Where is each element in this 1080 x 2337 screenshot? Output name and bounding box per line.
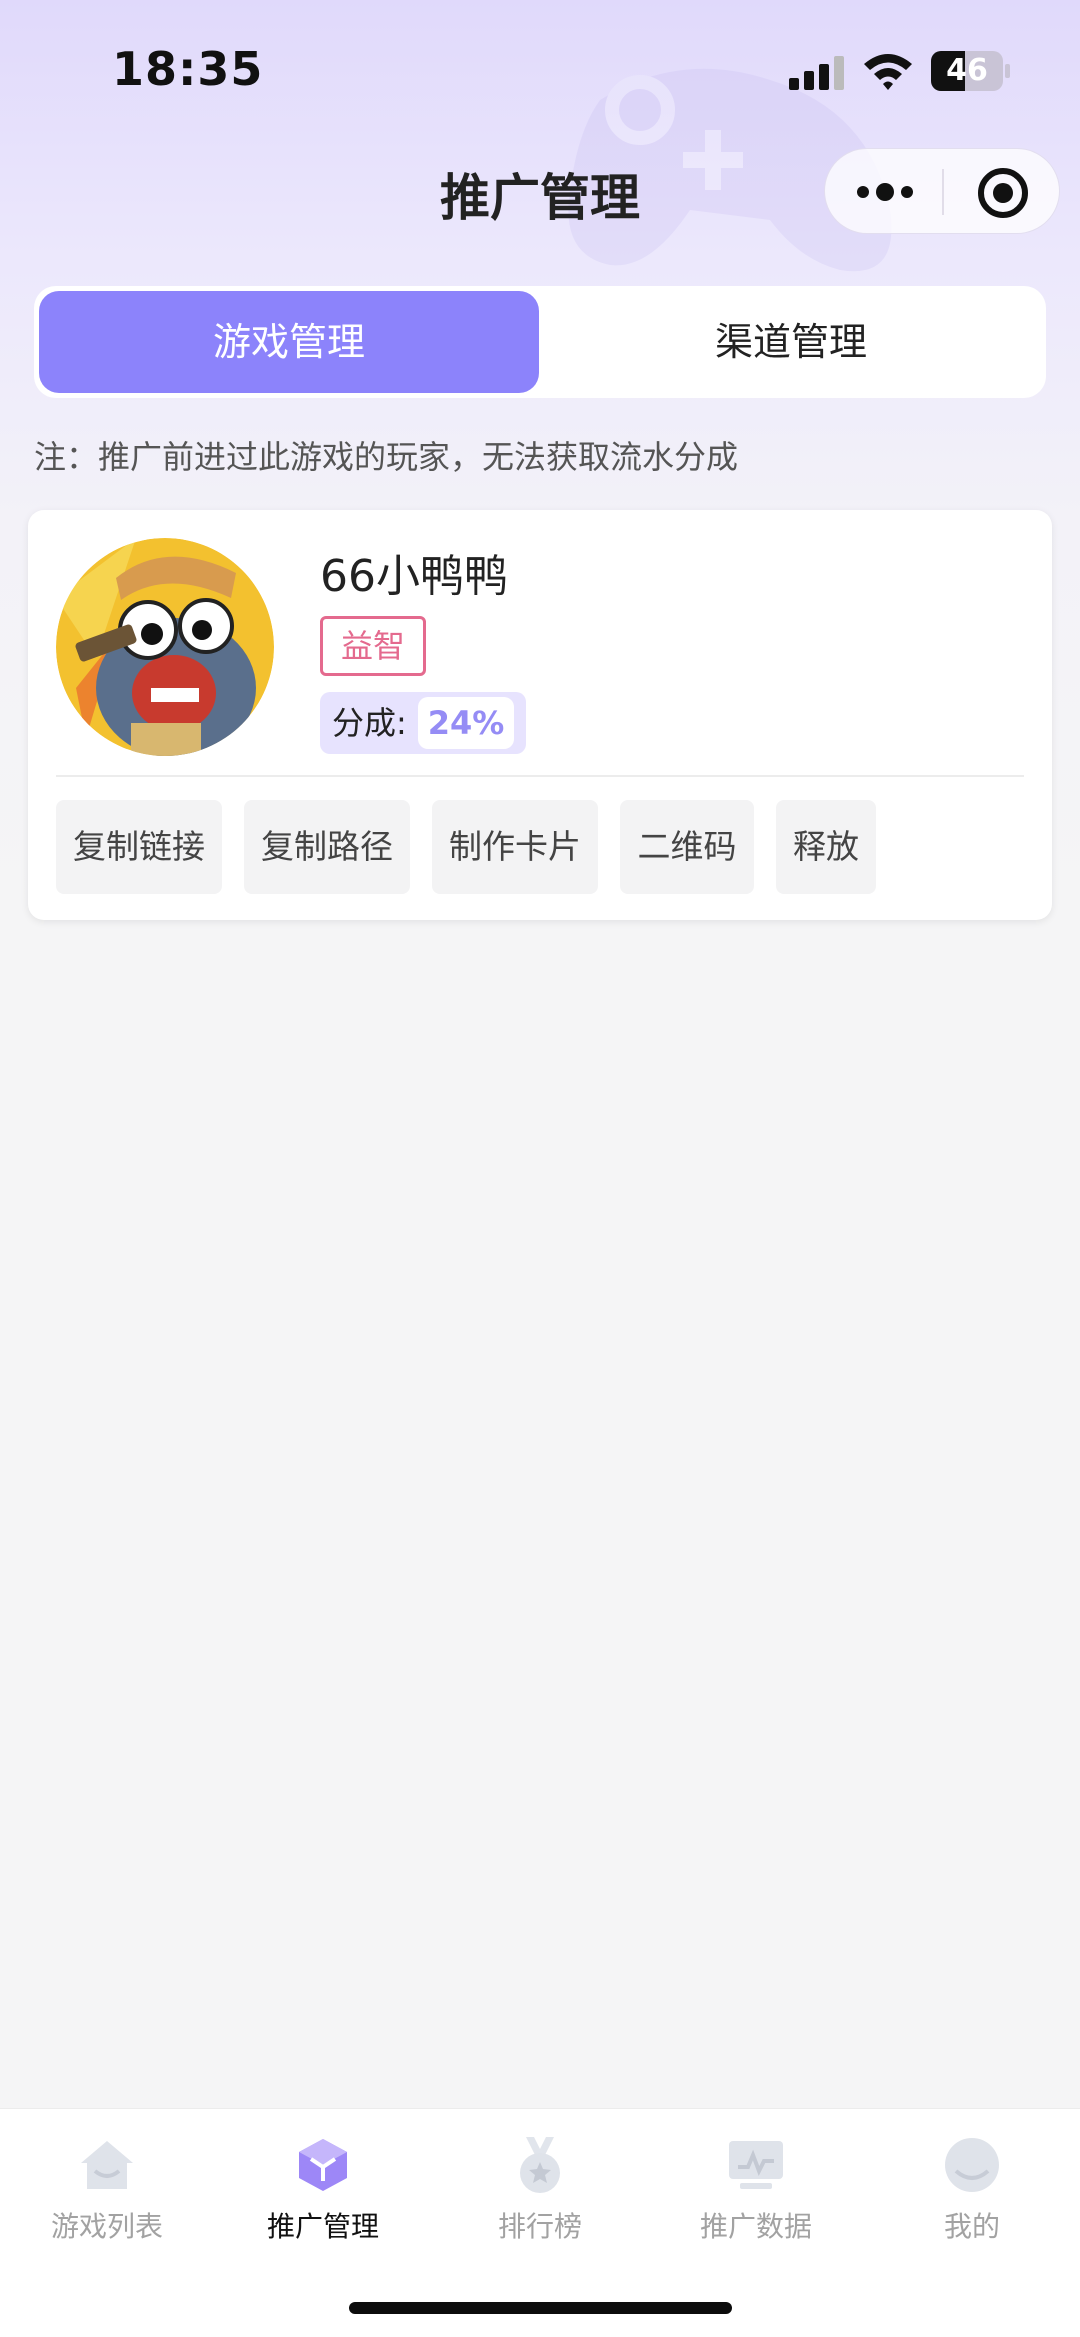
segment-tabs: 游戏管理 渠道管理: [34, 286, 1046, 398]
tabbar-item-data[interactable]: 推广数据: [666, 2125, 846, 2255]
tabbar-item-promotion[interactable]: 推广管理: [233, 2125, 413, 2255]
make-card-button[interactable]: 制作卡片: [432, 800, 598, 894]
notice-text: 注：推广前进过此游戏的玩家，无法获取流水分成: [34, 438, 739, 476]
status-bar: 18:35 46: [0, 0, 1080, 140]
tabbar-item-game-list[interactable]: 游戏列表: [17, 2125, 197, 2255]
tabbar-item-me[interactable]: 我的: [882, 2125, 1062, 2255]
tab-channel-management[interactable]: 渠道管理: [541, 291, 1041, 393]
home-indicator[interactable]: [349, 2302, 732, 2314]
tabbar-label: 我的: [943, 2210, 1000, 2243]
cube-icon: [299, 2139, 347, 2191]
close-miniprogram-icon[interactable]: [975, 165, 1031, 221]
battery-level: 46: [946, 53, 988, 88]
tabbar-label: 游戏列表: [50, 2210, 163, 2243]
wifi-icon: [864, 54, 912, 90]
game-card: 66小鸭鸭 益智 分成: 24% 复制链接 复制路径 制作卡片 二维码 释放: [28, 510, 1052, 920]
share-value: 24%: [418, 697, 514, 749]
game-name: 66小鸭鸭: [320, 551, 508, 602]
share-label: 分成:: [332, 704, 407, 742]
home-icon: [81, 2141, 133, 2189]
tabbar-label: 推广管理: [266, 2210, 379, 2243]
profile-icon: [945, 2138, 999, 2192]
revenue-share: 分成: 24%: [320, 692, 526, 754]
copy-path-button[interactable]: 复制路径: [244, 800, 410, 894]
status-time: 18:35: [112, 42, 264, 96]
capsule-divider: [942, 169, 944, 215]
release-button[interactable]: 释放: [776, 800, 876, 894]
miniprogram-capsule: [824, 148, 1060, 234]
tabbar-label: 排行榜: [497, 2210, 582, 2243]
tab-game-management[interactable]: 游戏管理: [39, 291, 539, 393]
cellular-signal-icon: [789, 56, 844, 90]
game-avatar: [56, 538, 274, 756]
chart-monitor-icon: [729, 2141, 783, 2189]
category-tag: 益智: [320, 616, 426, 676]
page: 18:35 46 推广管理 游戏管理 渠道管理 注：推广前进过此游戏的玩家，无法…: [0, 0, 1080, 2337]
tabbar-item-ranking[interactable]: 排行榜: [450, 2125, 630, 2255]
copy-link-button[interactable]: 复制链接: [56, 800, 222, 894]
more-icon[interactable]: [855, 169, 915, 215]
qr-code-button[interactable]: 二维码: [620, 800, 754, 894]
medal-icon: [520, 2137, 560, 2193]
card-divider: [56, 775, 1024, 777]
tabbar-label: 推广数据: [699, 2210, 812, 2243]
